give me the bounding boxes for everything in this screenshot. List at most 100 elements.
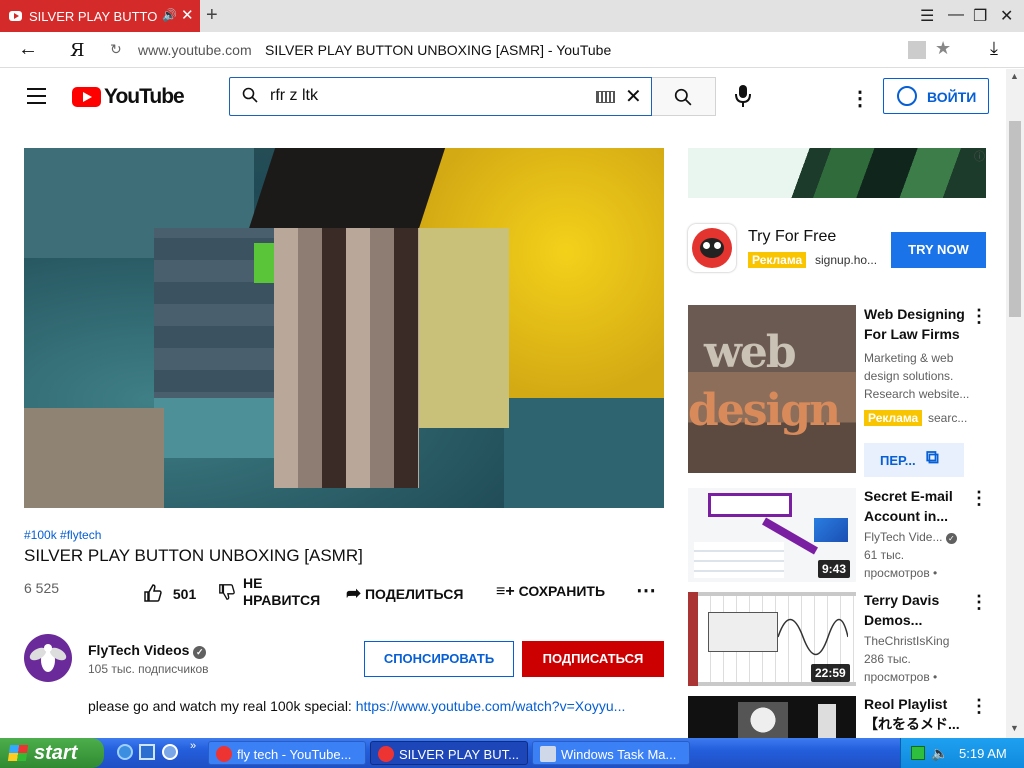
sidebar-item-title: Terry Davis Demos... [864,592,940,628]
more-options-icon[interactable]: ⋮ [970,306,988,327]
back-button[interactable]: ← [18,38,38,61]
ad-title: Try For Free [748,228,837,245]
video-hashtags[interactable]: #100k #flytech [24,528,101,542]
sidebar-item-meta: FlyTech Vide... ✓ 61 тыс. просмотров • [864,528,957,582]
sidebar-item-title: Reol Playlist 【れをるメド... [864,696,960,732]
speaker-icon[interactable]: 🔊 [162,8,177,22]
search-input[interactable]: rfr z ltk ✕ [229,77,652,116]
search-button[interactable] [652,77,716,116]
ad-domain: signup.ho... [815,253,878,267]
quicklaunch-expand-icon[interactable]: » [190,740,196,752]
clock: 5:19 AM [959,746,1007,761]
channel-name[interactable]: FlyTech Videos ✓ [88,642,207,659]
subscriber-count: 105 тыс. подписчиков [88,662,209,676]
like-button[interactable]: 501 [143,583,196,603]
browser-tab-bar: SILVER PLAY BUTTON 🔊 ✕ + ☰ — ❐ ✕ [0,0,1024,32]
more-options-icon[interactable]: ⋮ [970,696,988,717]
video-description: please go and watch my real 100k special… [88,698,626,714]
try-now-button[interactable]: TRY NOW [891,232,986,268]
ie-quicklaunch-icon[interactable] [117,744,133,760]
tab-title: SILVER PLAY BUTTON [29,9,157,24]
youtube-wordmark: YouTube [104,85,185,108]
sidebar-item-meta: Marketing & web design solutions. Research… [864,351,970,401]
add-to-playlist-icon: ≡+ [496,583,515,600]
taskbar-item-fly-tech[interactable]: fly tech - YouTube... [208,741,366,765]
new-tab-button[interactable]: + [206,4,218,27]
taskbar-item-task-manager[interactable]: Windows Task Ma... [532,741,690,765]
fly-logo-icon [29,644,67,672]
ad-domain: searc... [928,411,968,425]
signin-button[interactable]: ВОЙТИ [883,78,989,114]
ad-app-icon [688,224,736,272]
taskbar-item-silver-play[interactable]: SILVER PLAY BUT... [370,741,528,765]
desktop-quicklaunch-icon[interactable] [139,744,155,760]
clear-search-icon[interactable]: ✕ [625,84,642,109]
task-manager-tray-icon[interactable] [911,746,925,760]
web-design-thumbnail: web design [688,305,856,473]
description-link[interactable]: https://www.youtube.com/watch?v=Xoyyu... [356,698,626,714]
close-window-button[interactable]: ✕ [1000,6,1013,26]
verified-icon: ✓ [193,646,207,659]
sponsor-button[interactable]: СПОНСИРОВАТЬ [364,641,514,677]
system-tray: 🔈 5:19 AM [900,738,1024,768]
youtube-play-icon [72,87,101,107]
account-icon [897,86,917,106]
search-icon [242,87,258,103]
ad-banner-image[interactable]: ⓘ [688,148,986,198]
sidebar-ad-top[interactable]: Try For Free Реклама signup.ho... TRY NO… [688,222,986,276]
volume-icon[interactable]: 🔈 [931,745,948,762]
share-button[interactable]: ➦ ПОДЕЛИТЬСЯ [346,583,463,604]
more-options-icon[interactable]: ⋮ [970,488,988,509]
yandex-logo[interactable]: Я [70,40,85,61]
subscribe-button[interactable]: ПОДПИСАТЬСЯ [522,641,664,677]
reol-playlist-thumbnail [688,696,856,738]
view-count: 6 525 [24,580,60,596]
video-duration: 9:43 [818,560,851,578]
media-quicklaunch-icon[interactable] [162,744,178,760]
download-icon[interactable]: ⤓ [990,38,998,59]
visit-site-button[interactable]: ПЕР... ⧉ [864,443,964,477]
thumbs-up-icon [144,584,162,602]
ad-info-icon[interactable]: ⓘ [974,148,985,164]
scrollbar-thumb[interactable] [1009,121,1021,317]
sidebar-item-title: Web Designing For Law Firms [864,306,965,342]
keyboard-icon[interactable] [596,91,615,103]
more-options-icon[interactable]: ⋮ [970,592,988,613]
youtube-favicon-icon [9,11,22,21]
url-page-title[interactable]: SILVER PLAY BUTTON UNBOXING [ASMR] - You… [265,42,611,58]
scroll-down-icon[interactable]: ▼ [1010,723,1019,733]
restore-button[interactable]: ❐ [973,6,987,26]
reader-mode-icon[interactable] [908,41,926,59]
ad-badge: Реклама [864,410,923,426]
youtube-header: YouTube rfr z ltk ✕ ⋮ ВОЙТИ [0,69,1024,125]
sidebar-item-title: Secret E-mail Account in... [864,488,953,524]
yandex-browser-icon [216,746,232,762]
video-duration: 22:59 [811,664,850,682]
sidebar-item-meta: TheChristIsKing 286 тыс. просмотров • [864,634,950,684]
more-actions-icon[interactable]: ⋯ [636,578,656,603]
task-manager-icon [540,746,556,762]
save-button[interactable]: ≡+ СОХРАНИТЬ [496,583,605,601]
microphone-icon[interactable] [735,85,751,107]
address-bar: ← Я ↻ www.youtube.com SILVER PLAY BUTTON… [0,32,1024,68]
windows-flag-icon [7,745,29,761]
settings-kebab-icon[interactable]: ⋮ [850,86,870,111]
video-title: SILVER PLAY BUTTON UNBOXING [ASMR] [24,546,363,565]
bookmark-star-icon[interactable]: ★ [935,38,951,59]
ad-badge: Реклама [748,252,807,268]
browser-tab-active[interactable]: SILVER PLAY BUTTON 🔊 ✕ [0,0,200,32]
channel-avatar[interactable] [24,634,72,682]
share-icon: ➦ [346,583,362,603]
reload-icon[interactable]: ↻ [110,41,122,58]
thumbs-down-icon [219,584,235,600]
start-button[interactable]: start [0,738,104,768]
scroll-up-icon[interactable]: ▲ [1010,71,1019,81]
url-host[interactable]: www.youtube.com [138,42,252,58]
minimize-button[interactable]: — [948,6,964,24]
video-player[interactable] [24,148,664,508]
menu-icon[interactable]: ☰ [920,6,934,26]
yandex-browser-icon [378,746,394,762]
like-count: 501 [172,586,197,602]
tab-close-icon[interactable]: ✕ [181,6,194,24]
page-scrollbar[interactable]: ▲ ▼ [1006,69,1024,738]
